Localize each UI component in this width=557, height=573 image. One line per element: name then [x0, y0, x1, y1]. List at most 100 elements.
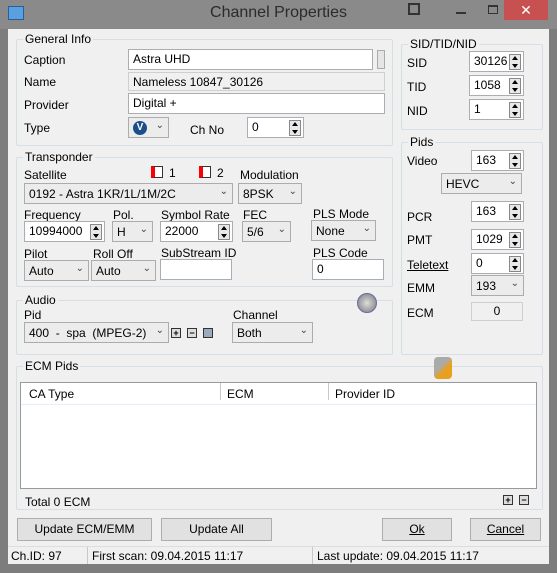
- chevron-down-icon: ⌄: [75, 263, 84, 274]
- ecm-label: ECM: [407, 306, 434, 320]
- spinner-arrows-icon[interactable]: [90, 224, 102, 240]
- pol-combo[interactable]: H ⌄: [112, 221, 153, 242]
- emm-value: 193: [476, 279, 497, 293]
- status-chid: Ch.ID: 97: [11, 549, 62, 563]
- spinner-arrows-icon[interactable]: [509, 204, 521, 220]
- satellite-combo[interactable]: 0192 - Astra 1KR/1L/1M/2C ⌄: [24, 183, 233, 204]
- column-ca-type[interactable]: CA Type: [29, 387, 74, 401]
- ok-button[interactable]: Ok: [382, 518, 452, 541]
- add-audio-button[interactable]: +: [171, 328, 181, 338]
- audio-channel-combo[interactable]: Both ⌄: [232, 322, 313, 343]
- fec-value: 5/6: [247, 225, 264, 239]
- group-label: Transponder: [23, 150, 95, 164]
- caption-input[interactable]: Astra UHD: [128, 49, 373, 70]
- pmt-spinner[interactable]: 1029: [471, 229, 524, 250]
- pilot-value: Auto: [29, 264, 54, 278]
- pilot-combo[interactable]: Auto ⌄: [24, 260, 89, 281]
- chno-value: 0: [252, 120, 259, 134]
- audio-channel-value: Both: [237, 326, 262, 340]
- spinner-arrows-icon[interactable]: [289, 120, 301, 136]
- chevron-down-icon: ⌄: [299, 325, 308, 336]
- emm-combo[interactable]: 193 ⌄: [471, 275, 524, 296]
- maximize-button[interactable]: [488, 5, 498, 14]
- spinner-arrows-icon[interactable]: [509, 153, 521, 169]
- name-label: Name: [24, 75, 57, 89]
- column-separator[interactable]: [220, 383, 221, 400]
- modulation-value: 8PSK: [243, 187, 274, 201]
- close-button[interactable]: ✕: [504, 0, 548, 20]
- satellite-value: 0192 - Astra 1KR/1L/1M/2C: [29, 187, 176, 201]
- satellite-1-icon[interactable]: [151, 166, 163, 178]
- caption-extra-button[interactable]: [377, 50, 385, 69]
- add-ecm-button[interactable]: +: [503, 495, 513, 505]
- substream-input[interactable]: [160, 259, 232, 280]
- codec-value: HEVC: [446, 177, 480, 191]
- caption-label: Caption: [24, 53, 66, 67]
- spinner-arrows-icon[interactable]: [509, 54, 521, 70]
- status-separator: [312, 547, 313, 564]
- window-title: Channel Properties: [210, 4, 347, 21]
- frequency-spinner[interactable]: 10994000: [24, 221, 105, 242]
- type-combo[interactable]: V ⌄: [128, 117, 169, 138]
- title-bar: Channel Properties ✕: [0, 0, 557, 29]
- fec-combo[interactable]: 5/6 ⌄: [242, 221, 291, 242]
- sid-spinner[interactable]: 30126: [469, 51, 524, 72]
- symbol-rate-value: 22000: [165, 224, 199, 238]
- video-label: Video: [407, 154, 438, 168]
- tid-spinner[interactable]: 1058: [469, 75, 524, 96]
- nid-spinner[interactable]: 1: [469, 99, 524, 120]
- spinner-arrows-icon[interactable]: [509, 78, 521, 94]
- chevron-down-icon: ⌄: [510, 278, 519, 289]
- spinner-arrows-icon[interactable]: [218, 224, 230, 240]
- chevron-down-icon: ⌄: [142, 263, 151, 274]
- rolloff-combo[interactable]: Auto ⌄: [91, 260, 156, 281]
- substream-label: SubStream ID: [161, 246, 237, 260]
- teletext-value: 0: [476, 256, 483, 270]
- nid-value: 1: [474, 102, 481, 116]
- chevron-down-icon: ⌄: [219, 186, 228, 197]
- sid-value: 30126: [474, 54, 508, 68]
- satellite-label: Satellite: [24, 168, 67, 182]
- update-all-button[interactable]: Update All: [161, 518, 272, 541]
- symbol-rate-label: Symbol Rate: [161, 208, 230, 222]
- cancel-button[interactable]: Cancel: [470, 518, 541, 541]
- group-label: General Info: [23, 32, 94, 46]
- video-codec-combo[interactable]: HEVC ⌄: [441, 173, 522, 194]
- satellite-2-icon[interactable]: [199, 166, 211, 178]
- pol-value: H: [117, 225, 126, 239]
- pin-icon[interactable]: [408, 3, 420, 15]
- spinner-arrows-icon[interactable]: [509, 256, 521, 272]
- modulation-combo[interactable]: 8PSK ⌄: [238, 183, 302, 204]
- minimize-button[interactable]: [456, 12, 466, 14]
- spinner-arrows-icon[interactable]: [509, 102, 521, 118]
- ecm-list[interactable]: CA Type ECM Provider ID: [20, 382, 537, 489]
- tid-label: TID: [407, 80, 427, 94]
- remove-ecm-button[interactable]: −: [519, 495, 529, 505]
- spinner-arrows-icon[interactable]: [509, 232, 521, 248]
- chevron-down-icon: ⌄: [155, 120, 164, 131]
- column-ecm[interactable]: ECM: [227, 387, 254, 401]
- pmt-value: 1029: [476, 232, 503, 246]
- provider-input[interactable]: Digital +: [128, 93, 385, 114]
- audio-pid-combo[interactable]: 400 - spa (MPEG-2) ⌄: [24, 322, 169, 343]
- pls-mode-combo[interactable]: None ⌄: [311, 220, 376, 241]
- status-first-scan: First scan: 09.04.2015 11:17: [92, 549, 244, 563]
- speaker-icon[interactable]: [357, 293, 377, 313]
- emm-label: EMM: [407, 281, 435, 295]
- remove-audio-button[interactable]: −: [187, 328, 197, 338]
- column-provider-id[interactable]: Provider ID: [335, 387, 395, 401]
- pls-code-label: PLS Code: [313, 246, 368, 260]
- group-label: Audio: [23, 293, 58, 307]
- keys-icon[interactable]: [434, 357, 452, 379]
- pcr-value: 163: [476, 204, 497, 218]
- audio-pid-label: Pid: [24, 308, 42, 322]
- pls-code-input[interactable]: 0: [312, 259, 384, 280]
- column-separator[interactable]: [328, 383, 329, 400]
- teletext-spinner[interactable]: 0: [471, 253, 524, 274]
- video-pid-spinner[interactable]: 163: [471, 150, 524, 171]
- pcr-spinner[interactable]: 163: [471, 201, 524, 222]
- chno-spinner[interactable]: 0: [247, 117, 304, 138]
- edit-audio-button[interactable]: [203, 328, 213, 338]
- symbol-rate-spinner[interactable]: 22000: [160, 221, 233, 242]
- update-ecm-emm-button[interactable]: Update ECM/EMM: [17, 518, 152, 541]
